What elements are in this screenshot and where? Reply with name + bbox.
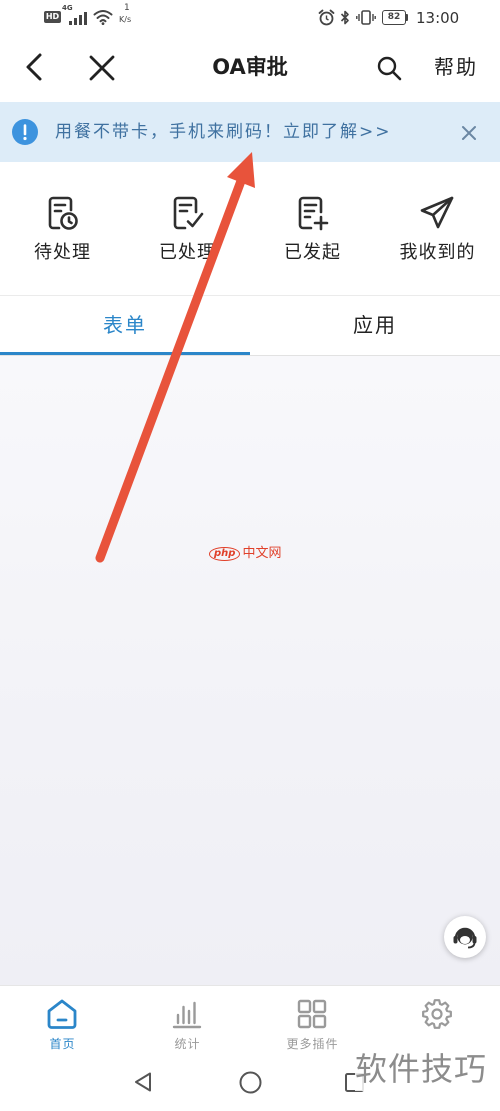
customer-service-button[interactable] xyxy=(444,916,486,958)
tab-forms[interactable]: 表单 xyxy=(0,296,250,355)
document-clock-icon xyxy=(48,196,78,230)
nav-statistics[interactable]: 统计 xyxy=(125,986,250,1058)
battery-nub xyxy=(406,14,408,21)
quick-action-initiated[interactable]: 已发起 xyxy=(250,163,375,295)
network-type: 4G xyxy=(62,4,73,12)
quick-action-label: 待处理 xyxy=(34,242,91,263)
chevron-left-icon[interactable] xyxy=(22,52,46,82)
search-icon[interactable] xyxy=(376,55,402,81)
net-speed-unit: K/s xyxy=(119,15,132,24)
info-icon xyxy=(12,119,38,145)
tab-apps[interactable]: 应用 xyxy=(250,296,500,355)
bluetooth-icon xyxy=(340,10,349,25)
php-watermark-badge: php xyxy=(209,546,241,561)
paper-plane-icon xyxy=(420,196,454,229)
banner-text[interactable]: 用餐不带卡，手机来刷码！立即了解>> xyxy=(55,118,392,146)
alarm-icon xyxy=(318,9,335,26)
nav-label: 首页 xyxy=(49,1037,76,1051)
document-plus-icon xyxy=(298,196,329,231)
nav-label: 统计 xyxy=(174,1037,201,1051)
customer-service-icon xyxy=(453,927,477,949)
banner-close-icon[interactable] xyxy=(461,125,477,141)
quick-action-label: 已处理 xyxy=(159,242,216,263)
notice-banner[interactable]: 用餐不带卡，手机来刷码！立即了解>> xyxy=(0,102,500,162)
grid-icon xyxy=(297,999,327,1029)
net-speed-value: 1 xyxy=(124,3,130,13)
battery-icon: 82 xyxy=(382,10,406,25)
app-header: OA审批 帮助 xyxy=(0,38,500,98)
vibrate-icon xyxy=(356,10,376,25)
quick-action-label: 已发起 xyxy=(284,242,341,263)
document-check-icon xyxy=(173,196,204,230)
nav-home[interactable]: 首页 xyxy=(0,986,125,1058)
content-area xyxy=(0,356,500,985)
tab-bar: 表单 应用 xyxy=(0,295,500,356)
quick-action-processed[interactable]: 已处理 xyxy=(125,163,250,295)
signal-icon xyxy=(69,12,87,25)
status-bar: HD 4G 1 K/s 82 13:00 xyxy=(0,0,500,36)
help-button[interactable]: 帮助 xyxy=(434,52,478,82)
gear-icon xyxy=(422,999,452,1029)
corner-watermark: 软件技巧 xyxy=(355,1047,488,1091)
back-triangle-icon[interactable] xyxy=(133,1071,153,1093)
home-circle-icon[interactable] xyxy=(239,1071,262,1094)
home-icon xyxy=(47,999,77,1029)
wifi-icon xyxy=(93,10,113,25)
active-tab-indicator xyxy=(0,352,250,355)
quick-actions: 待处理 已处理 已发起 我收到的 xyxy=(0,163,500,295)
php-watermark-text: 中文网 xyxy=(242,545,282,561)
quick-action-pending[interactable]: 待处理 xyxy=(0,163,125,295)
close-icon[interactable] xyxy=(88,54,116,82)
bar-chart-icon xyxy=(172,1001,202,1029)
page-title: OA审批 xyxy=(212,55,288,79)
quick-action-label: 我收到的 xyxy=(399,242,476,263)
hd-badge: HD xyxy=(44,11,61,23)
clock-time: 13:00 xyxy=(416,9,460,27)
php-watermark: php 中文网 xyxy=(209,543,281,563)
quick-action-received[interactable]: 我收到的 xyxy=(375,163,500,295)
